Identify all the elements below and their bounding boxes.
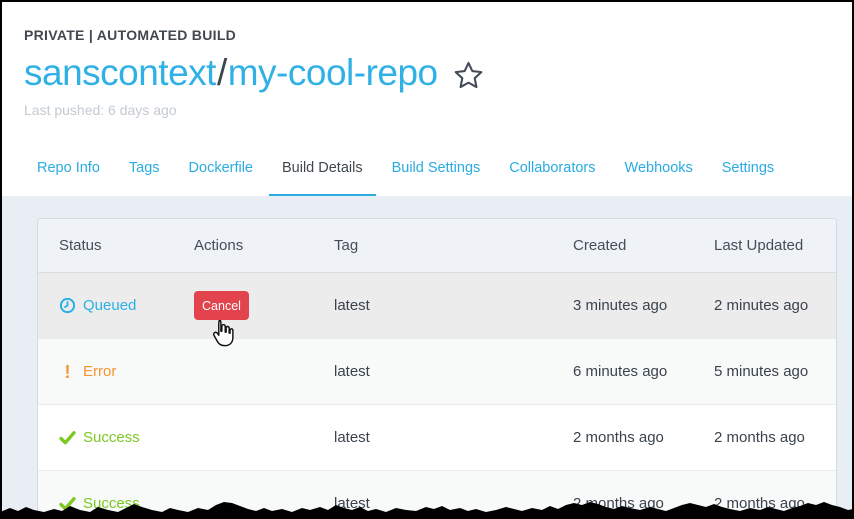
tab-webhooks[interactable]: Webhooks <box>612 146 706 196</box>
builds-table-header: Status Actions Tag Created Last Updated <box>38 219 836 273</box>
check-icon <box>59 431 76 445</box>
page-title: sanscontext/my-cool-repo <box>24 52 438 93</box>
tab-settings[interactable]: Settings <box>709 146 787 196</box>
tag-cell: latest <box>313 273 552 338</box>
tag-cell: latest <box>313 405 552 470</box>
build-row-error[interactable]: ! Error latest 6 minutes ago 5 minutes a… <box>38 338 836 404</box>
repo-header: PRIVATE | AUTOMATED BUILD sanscontext/my… <box>2 2 852 118</box>
tab-dockerfile[interactable]: Dockerfile <box>176 146 266 196</box>
status-label: Success <box>83 429 140 446</box>
created-cell: 3 minutes ago <box>552 273 693 338</box>
repo-separator: / <box>216 52 228 93</box>
tab-repo-info[interactable]: Repo Info <box>24 146 113 196</box>
title-row: sanscontext/my-cool-repo <box>24 52 828 93</box>
tag-cell: latest <box>313 471 552 519</box>
column-header-tag: Tag <box>313 219 552 272</box>
column-header-last-updated: Last Updated <box>693 219 836 272</box>
last-updated-cell: 2 minutes ago <box>693 273 836 338</box>
last-pushed-text: Last pushed: 6 days ago <box>24 102 828 118</box>
tag-cell: latest <box>313 339 552 404</box>
build-row-success[interactable]: Success latest 2 months ago 2 months ago <box>38 404 836 470</box>
builds-table: Status Actions Tag Created Last Updated … <box>37 218 837 519</box>
check-icon <box>59 497 76 511</box>
build-row-queued[interactable]: Queued Cancel latest 3 minutes ago 2 min… <box>38 273 836 338</box>
created-cell: 2 months ago <box>552 471 693 519</box>
clock-icon <box>59 297 76 314</box>
actions-cell <box>173 405 313 470</box>
status-label: Queued <box>83 297 136 314</box>
last-updated-cell: 2 months ago <box>693 405 836 470</box>
status-cell: Success <box>38 405 173 470</box>
repo-owner-link[interactable]: sanscontext <box>24 52 216 93</box>
build-row-success[interactable]: Success latest 2 months ago 2 months ago <box>38 470 836 519</box>
last-updated-cell: 5 minutes ago <box>693 339 836 404</box>
repo-name-link[interactable]: my-cool-repo <box>228 52 438 93</box>
status-label: Success <box>83 495 140 512</box>
cancel-button[interactable]: Cancel <box>194 291 249 320</box>
star-icon[interactable] <box>453 60 484 91</box>
tab-tags[interactable]: Tags <box>116 146 173 196</box>
build-details-panel: Status Actions Tag Created Last Updated … <box>2 196 852 519</box>
status-cell: ! Error <box>38 339 173 404</box>
status-cell: Success <box>38 471 173 519</box>
actions-cell <box>173 471 313 519</box>
actions-cell: Cancel <box>173 273 313 338</box>
exclamation-icon: ! <box>59 363 76 381</box>
tab-collaborators[interactable]: Collaborators <box>496 146 608 196</box>
actions-cell <box>173 339 313 404</box>
status-label: Error <box>83 363 116 380</box>
repo-page: PRIVATE | AUTOMATED BUILD sanscontext/my… <box>0 0 854 519</box>
created-cell: 6 minutes ago <box>552 339 693 404</box>
column-header-status: Status <box>38 219 173 272</box>
tab-build-settings[interactable]: Build Settings <box>379 146 494 196</box>
column-header-actions: Actions <box>173 219 313 272</box>
created-cell: 2 months ago <box>552 405 693 470</box>
repo-visibility-badge: PRIVATE | AUTOMATED BUILD <box>24 27 828 43</box>
column-header-created: Created <box>552 219 693 272</box>
last-updated-cell: 2 months ago <box>693 471 836 519</box>
tab-build-details[interactable]: Build Details <box>269 146 376 196</box>
status-cell: Queued <box>38 273 173 338</box>
repo-tabs: Repo Info Tags Dockerfile Build Details … <box>2 146 852 196</box>
